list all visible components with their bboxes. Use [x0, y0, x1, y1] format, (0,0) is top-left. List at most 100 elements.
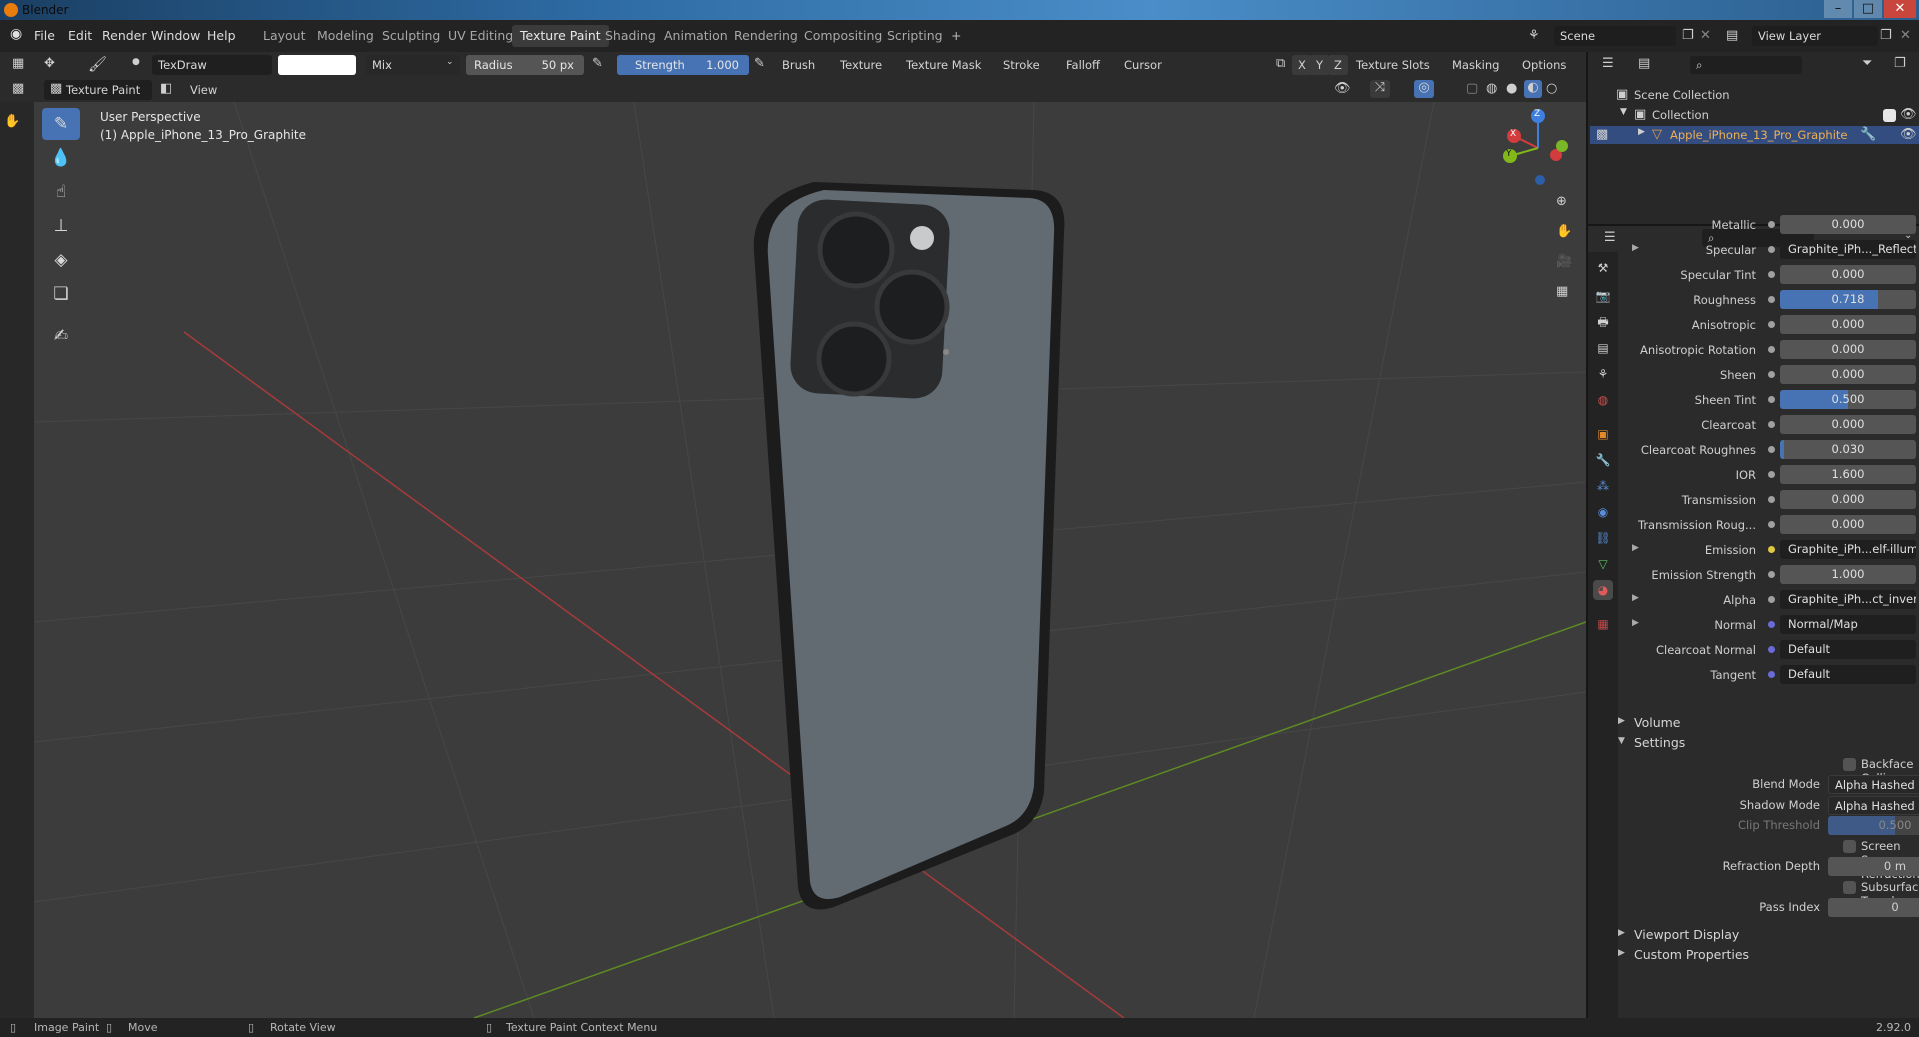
draw-tool-button[interactable]: ✎	[42, 108, 80, 140]
pass-index-field[interactable]: 0	[1828, 898, 1919, 917]
radius-slider[interactable]: Radius 50 px	[466, 55, 584, 75]
tab-scripting[interactable]: Scripting	[879, 25, 951, 47]
prop-texture-link[interactable]: Default	[1780, 665, 1916, 684]
constraints-tab-icon[interactable]: ⛓	[1593, 528, 1613, 548]
camera-view-icon[interactable]: 🎥	[1556, 254, 1572, 269]
overlays-toggle-icon[interactable]: ◎	[1414, 80, 1434, 98]
socket-dot-icon[interactable]	[1768, 471, 1775, 478]
socket-dot-icon[interactable]	[1768, 371, 1775, 378]
remove-view-layer-icon[interactable]: ✕	[1900, 28, 1911, 43]
prop-value-slider[interactable]: 0.500	[1780, 390, 1916, 409]
texture-slots-menu[interactable]: Texture Slots	[1350, 55, 1436, 75]
prop-texture-link[interactable]: Graphite_iPh...ct_invert.pn	[1780, 590, 1916, 609]
render-tab-icon[interactable]: 📷	[1593, 286, 1613, 306]
prop-value-slider[interactable]: 0.000	[1780, 215, 1916, 234]
outliner-search-input[interactable]: ⌕	[1690, 56, 1802, 74]
properties-editor-icon[interactable]: ☰	[1604, 230, 1616, 245]
collection-row[interactable]: ▼ ▣ Collection 👁	[1590, 106, 1919, 124]
brush-name-field[interactable]: TexDraw	[152, 55, 272, 75]
annotate-tool-button[interactable]: ✍	[42, 320, 80, 352]
mirror-z-toggle[interactable]: Z	[1328, 55, 1348, 75]
mirror-y-toggle[interactable]: Y	[1310, 55, 1330, 75]
gizmo-toggle-icon[interactable]: ⤨	[1370, 80, 1390, 98]
stroke-menu[interactable]: Stroke	[997, 55, 1046, 75]
viewport-display-panel-header[interactable]: ▶ Viewport Display	[1618, 924, 1918, 946]
scene-field[interactable]: Scene	[1554, 26, 1676, 46]
falloff-menu[interactable]: Falloff	[1060, 55, 1106, 75]
material-shading-icon[interactable]: ◐	[1524, 80, 1542, 98]
view-menu[interactable]: View	[184, 80, 223, 100]
scene-tab-icon[interactable]: ⚘	[1593, 364, 1613, 384]
view-layer-field[interactable]: View Layer	[1752, 26, 1878, 46]
masking-menu[interactable]: Masking	[1446, 55, 1505, 75]
display-mode-icon[interactable]: ▤	[1638, 56, 1650, 71]
tab-modeling[interactable]: Modeling	[309, 25, 382, 47]
zoom-icon[interactable]: ⊕	[1556, 194, 1567, 209]
tab-animation[interactable]: Animation	[656, 25, 736, 47]
refraction-depth-field[interactable]: 0 m	[1828, 857, 1919, 876]
tab-rendering[interactable]: Rendering	[726, 25, 806, 47]
prop-value-slider[interactable]: 0.718	[1780, 290, 1916, 309]
tab-texture-paint[interactable]: Texture Paint	[512, 25, 609, 47]
prop-texture-link[interactable]: Graphite_iPh...elf-illum.png	[1780, 540, 1916, 559]
tab-sculpting[interactable]: Sculpting	[374, 25, 448, 47]
socket-dot-icon[interactable]	[1768, 246, 1775, 253]
prop-value-slider[interactable]: 0.030	[1780, 440, 1916, 459]
perspective-toggle-icon[interactable]: ▦	[1556, 284, 1568, 299]
socket-dot-icon[interactable]	[1768, 621, 1775, 628]
socket-dot-icon[interactable]	[1768, 421, 1775, 428]
output-tab-icon[interactable]: 🖶	[1593, 312, 1613, 332]
clone-tool-button[interactable]: ⊥	[42, 210, 80, 242]
filter-icon[interactable]: ⏷	[1862, 56, 1872, 71]
mask-tool-button[interactable]: ❏	[42, 278, 80, 310]
data-tab-icon[interactable]: ▽	[1593, 554, 1613, 574]
prop-value-slider[interactable]: 1.000	[1780, 565, 1916, 584]
soften-tool-button[interactable]: 💧	[42, 142, 80, 174]
brush-menu[interactable]: Brush	[776, 55, 821, 75]
brush-icon[interactable]: 🖌	[88, 55, 107, 73]
prop-value-slider[interactable]: 1.600	[1780, 465, 1916, 484]
expand-arrow-icon[interactable]: ▶	[1632, 243, 1639, 253]
tab-compositing[interactable]: Compositing	[796, 25, 890, 47]
prop-value-slider[interactable]: 0.000	[1780, 340, 1916, 359]
socket-dot-icon[interactable]	[1768, 671, 1775, 678]
object-visibility-icon[interactable]: 👁	[1900, 127, 1917, 142]
physics-tab-icon[interactable]: ◉	[1593, 502, 1613, 522]
tab-shading[interactable]: Shading	[597, 25, 664, 47]
scene-icon[interactable]: ⚘	[1528, 28, 1540, 43]
outliner-editor-icon[interactable]: ☰	[1602, 56, 1614, 71]
prop-texture-link[interactable]: Normal/Map	[1780, 615, 1916, 634]
blender-menu-icon[interactable]: ◉	[10, 26, 22, 42]
close-button[interactable]: ✕	[1884, 0, 1916, 18]
socket-dot-icon[interactable]	[1768, 496, 1775, 503]
menu-render[interactable]: Render	[102, 28, 147, 43]
remove-scene-icon[interactable]: ✕	[1700, 28, 1711, 43]
clip-threshold-slider[interactable]: 0.500	[1828, 816, 1919, 835]
view-layer-tab-icon[interactable]: ▤	[1593, 338, 1613, 358]
object-tab-icon[interactable]: ▣	[1593, 424, 1613, 444]
wireframe-shading-icon[interactable]: ◍	[1486, 81, 1497, 96]
socket-dot-icon[interactable]	[1768, 396, 1775, 403]
socket-dot-icon[interactable]	[1768, 646, 1775, 653]
strength-pressure-icon[interactable]: ✎	[754, 56, 765, 71]
socket-dot-icon[interactable]	[1768, 346, 1775, 353]
volume-panel-header[interactable]: ▶ Volume	[1618, 712, 1918, 734]
socket-dot-icon[interactable]	[1768, 321, 1775, 328]
strength-slider[interactable]: Strength 1.000	[617, 55, 749, 75]
prop-value-slider[interactable]: 0.000	[1780, 515, 1916, 534]
minimize-button[interactable]: –	[1824, 0, 1852, 18]
scene-collection-row[interactable]: ▣ Scene Collection	[1590, 86, 1919, 104]
expand-arrow-icon[interactable]: ▶	[1632, 543, 1639, 553]
blend-mode-dropdown[interactable]: Alpha Hashed	[1828, 775, 1919, 794]
fake-user-icon[interactable]: ●	[132, 57, 140, 67]
prop-value-slider[interactable]: 0.000	[1780, 415, 1916, 434]
menu-file[interactable]: File	[34, 28, 55, 43]
world-tab-icon[interactable]: ◍	[1593, 390, 1613, 410]
settings-panel-header[interactable]: ▼ Settings	[1618, 732, 1918, 754]
new-scene-icon[interactable]: ❐	[1682, 28, 1694, 43]
maximize-button[interactable]: □	[1854, 0, 1882, 18]
add-workspace-icon[interactable]: +	[943, 25, 969, 47]
menu-help[interactable]: Help	[207, 28, 236, 43]
socket-dot-icon[interactable]	[1768, 521, 1775, 528]
socket-dot-icon[interactable]	[1768, 271, 1775, 278]
